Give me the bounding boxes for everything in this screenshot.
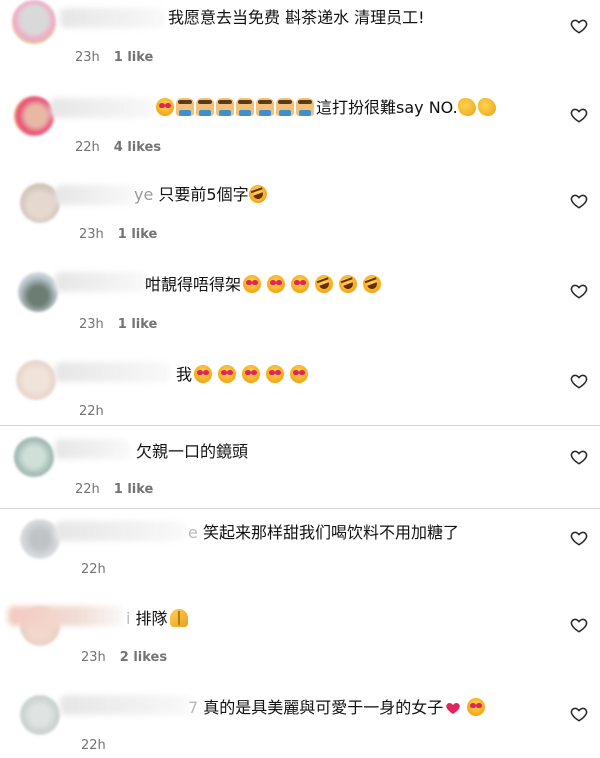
- heart-eyes-emoji: [291, 275, 310, 293]
- comment-time: 23h: [75, 50, 100, 65]
- comment-text: 欠親一口的鏡頭: [136, 442, 249, 461]
- comment-meta: 23h 1 like: [79, 317, 157, 332]
- comment-meta: 23h 2 likes: [81, 650, 167, 665]
- comment-text: 笑起来那样甜我们喝饮料不用加糖了: [202, 523, 459, 542]
- person-raising-hand-emoji: [216, 98, 234, 116]
- person-raising-hand-emoji: [196, 98, 214, 116]
- comment-text: 我: [176, 365, 193, 384]
- comment-meta: 22h 4 likes: [75, 140, 161, 155]
- comment-time: 22h: [81, 738, 106, 753]
- comment-text-row: i 排隊: [126, 608, 190, 630]
- person-raising-hand-emoji: [296, 98, 314, 116]
- username-tail[interactable]: 7: [188, 698, 198, 717]
- avatar[interactable]: [16, 360, 56, 400]
- like-heart-icon[interactable]: [570, 448, 588, 466]
- username-redacted[interactable]: [8, 606, 123, 626]
- username-redacted[interactable]: [55, 439, 130, 459]
- comment-time: 23h: [79, 317, 104, 332]
- comment-likes[interactable]: 4 likes: [114, 140, 161, 155]
- rolling-laughing-emoji: [246, 182, 270, 206]
- comment-text: 排隊: [135, 609, 168, 628]
- comment-likes[interactable]: 1 like: [114, 482, 154, 497]
- comment-time: 22h: [79, 404, 104, 419]
- person-raising-hand-emoji: [256, 98, 274, 116]
- red-heart-emoji: [445, 700, 461, 716]
- comment-text-row: ye 只要前5個字: [134, 182, 270, 206]
- comment-meta: 22h: [79, 404, 104, 419]
- comment-likes[interactable]: 1 like: [114, 50, 154, 65]
- like-heart-icon[interactable]: [570, 616, 588, 634]
- comment-likes[interactable]: 2 likes: [120, 650, 167, 665]
- comment-likes[interactable]: 1 like: [118, 317, 158, 332]
- comment-meta: 22h: [81, 562, 106, 577]
- comment-text-row: e 笑起来那样甜我们喝饮料不用加糖了: [188, 522, 459, 544]
- comment-time: 22h: [75, 140, 100, 155]
- username-redacted[interactable]: [60, 8, 165, 28]
- comment-text-row: 這打扮很難say NO.: [156, 97, 498, 119]
- comment-text-row: 7 真的是具美麗與可愛于一身的女子: [188, 697, 487, 719]
- heart-eyes-emoji: [467, 698, 486, 716]
- avatar[interactable]: [20, 695, 60, 735]
- comment-text: 咁靚得唔得架: [145, 275, 242, 294]
- clapping-hands-emoji: [477, 98, 496, 116]
- person-raising-hand-emoji: [176, 98, 194, 116]
- heart-eyes-emoji: [194, 365, 213, 383]
- comment-text: 只要前5個字: [158, 185, 249, 204]
- comment-meta: 23h 1 like: [79, 227, 157, 242]
- comment-text: 真的是具美麗與可愛于一身的女子: [203, 698, 444, 717]
- comment-time: 22h: [75, 482, 100, 497]
- username-redacted[interactable]: [55, 362, 170, 382]
- username-redacted[interactable]: [55, 185, 135, 205]
- avatar[interactable]: [12, 0, 56, 44]
- like-heart-icon[interactable]: [570, 372, 588, 390]
- avatar[interactable]: [14, 437, 54, 477]
- comment-time: 22h: [81, 562, 106, 577]
- comment-text-row: 咁靚得唔得架: [145, 272, 384, 296]
- username-tail[interactable]: ye: [134, 185, 153, 204]
- username-redacted[interactable]: [60, 695, 190, 715]
- rolling-laughing-emoji: [312, 272, 336, 296]
- like-heart-icon[interactable]: [570, 106, 588, 124]
- heart-eyes-emoji: [267, 275, 286, 293]
- heart-eyes-emoji: [290, 365, 309, 383]
- rolling-laughing-emoji: [336, 272, 360, 296]
- person-raising-hand-emoji: [236, 98, 254, 116]
- folded-hands-emoji: [169, 609, 188, 627]
- username-redacted[interactable]: [50, 98, 155, 118]
- comment-time: 23h: [81, 650, 106, 665]
- like-heart-icon[interactable]: [570, 192, 588, 210]
- heart-eyes-emoji: [266, 365, 285, 383]
- username-tail[interactable]: i: [126, 609, 130, 628]
- comment-meta: 22h 1 like: [75, 482, 153, 497]
- comment-meta: 23h 1 like: [75, 50, 153, 65]
- like-heart-icon[interactable]: [570, 282, 588, 300]
- comment-text-row: 我: [176, 364, 310, 386]
- comment-time: 23h: [79, 227, 104, 242]
- avatar[interactable]: [14, 96, 54, 136]
- like-heart-icon[interactable]: [570, 17, 588, 35]
- comment-text: 我愿意去当免费 斟茶递水 清理员工!: [168, 8, 425, 27]
- username-tail[interactable]: e: [188, 523, 198, 542]
- divider: [0, 508, 600, 509]
- avatar[interactable]: [20, 183, 60, 223]
- comment-likes[interactable]: 1 like: [118, 227, 158, 242]
- heart-eyes-emoji: [243, 275, 262, 293]
- divider: [0, 425, 600, 426]
- comment-text: 這打扮很難say NO.: [316, 98, 458, 117]
- clapping-hands-emoji: [457, 98, 476, 116]
- heart-eyes-emoji: [156, 98, 174, 116]
- like-heart-icon[interactable]: [570, 705, 588, 723]
- rolling-laughing-emoji: [360, 272, 384, 296]
- avatar[interactable]: [18, 272, 58, 312]
- username-redacted[interactable]: [55, 272, 145, 292]
- heart-eyes-emoji: [242, 365, 261, 383]
- username-redacted[interactable]: [55, 521, 185, 541]
- heart-eyes-emoji: [218, 365, 237, 383]
- avatar[interactable]: [20, 519, 60, 559]
- person-raising-hand-emoji: [276, 98, 294, 116]
- like-heart-icon[interactable]: [570, 529, 588, 547]
- comment-meta: 22h: [81, 738, 106, 753]
